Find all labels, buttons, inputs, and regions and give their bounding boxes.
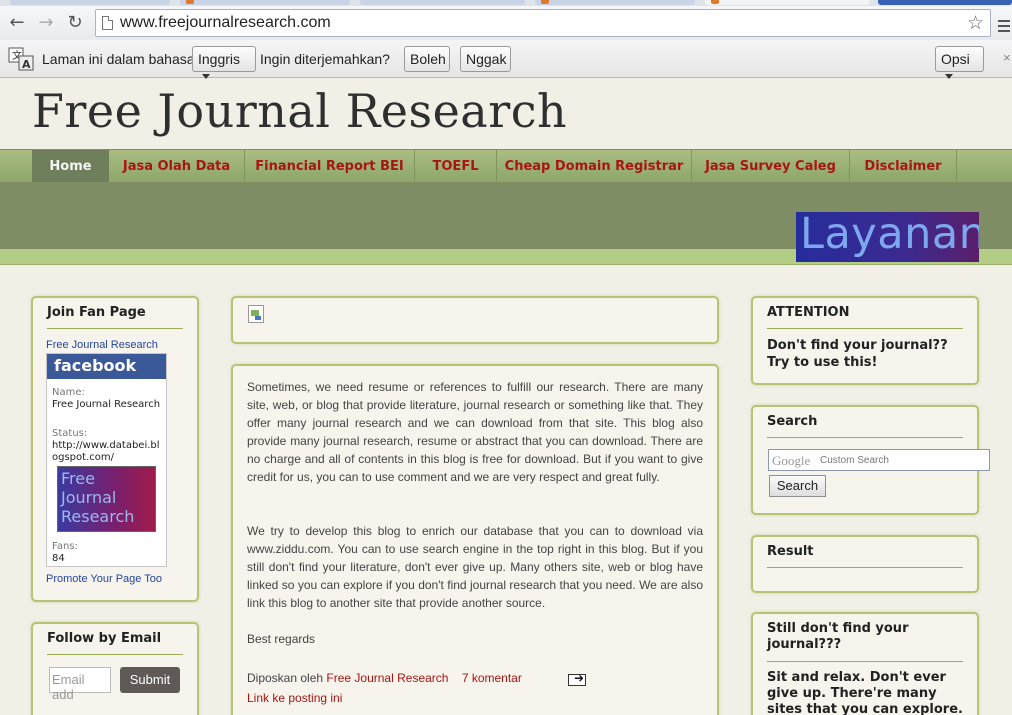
- page-icon: [102, 16, 113, 30]
- fb-fans-count: 84: [52, 553, 65, 564]
- translate-question: Ingin diterjemahkan?: [260, 51, 390, 67]
- nav-item-jasa-survey[interactable]: Jasa Survey Caleg: [692, 150, 850, 183]
- nav-menu: Home Jasa Olah Data Financial Report BEI…: [0, 149, 1012, 183]
- translate-yes-button[interactable]: Boleh: [404, 46, 450, 72]
- avatar[interactable]: Free Journal Research: [57, 466, 156, 532]
- post-meta: Diposkan oleh Free Journal Research 7 ko…: [247, 671, 522, 685]
- posted-by-label: Diposkan oleh: [247, 671, 324, 685]
- translate-icon: 文 A: [8, 47, 34, 71]
- svg-text:A: A: [22, 58, 31, 71]
- favicon-icon: [541, 0, 549, 4]
- fb-status: http://www.databei.blogspot.com/: [52, 440, 160, 463]
- translate-prefix: Laman ini dalam bahasa: [42, 51, 195, 67]
- post-paragraph: Sometimes, we need resume or references …: [247, 380, 703, 484]
- widget-title: Result: [767, 544, 814, 559]
- banner-text: Layanan: [800, 212, 979, 259]
- search-input[interactable]: Google Custom Search: [768, 449, 990, 471]
- widget-title: Join Fan Page: [47, 305, 146, 320]
- browser-tab[interactable]: [180, 0, 350, 5]
- blog-title[interactable]: Free Journal Research: [32, 84, 567, 138]
- banner-image[interactable]: Layanan: [796, 212, 979, 262]
- fb-name: Free Journal Research: [52, 399, 161, 410]
- browser-tab[interactable]: [535, 0, 695, 5]
- divider: [767, 437, 963, 438]
- email-field[interactable]: Email add: [49, 667, 111, 702]
- divider: [767, 661, 963, 662]
- translate-options-select[interactable]: Opsi: [935, 46, 984, 79]
- nav-item-financial-report[interactable]: Financial Report BEI: [245, 150, 415, 183]
- translate-no-button[interactable]: Nggak: [460, 46, 511, 72]
- submit-button[interactable]: Submit: [120, 667, 180, 693]
- search-placeholder: Custom Search: [820, 455, 889, 466]
- widget-title: Search: [767, 414, 818, 429]
- still-text: Sit and relax. Don't ever give up. There…: [767, 670, 963, 715]
- language-select-label: Inggris: [198, 51, 241, 67]
- widget-title: Still don't find your journal???: [767, 621, 909, 652]
- divider: [47, 654, 183, 655]
- favicon-icon: [711, 0, 719, 4]
- email-post-icon[interactable]: [568, 671, 586, 686]
- attention-text: Don't find your journal?? Try to use thi…: [767, 338, 948, 370]
- post-paragraph: We try to develop this blog to enrich ou…: [247, 524, 703, 610]
- fan-page-link[interactable]: Free Journal Research: [46, 339, 158, 351]
- new-tab-button[interactable]: [878, 0, 1012, 5]
- nav-item-cheap-domain[interactable]: Cheap Domain Registrar: [497, 150, 692, 183]
- google-logo: Google: [772, 453, 811, 468]
- chevron-down-icon: [945, 73, 953, 79]
- facebook-card[interactable]: facebook Name: Free Journal Research Sta…: [46, 353, 167, 567]
- divider: [47, 328, 183, 329]
- widget-title: ATTENTION: [767, 305, 850, 320]
- author-link[interactable]: Free Journal Research: [326, 671, 448, 685]
- nav-item-home[interactable]: Home: [32, 150, 109, 183]
- chevron-down-icon: [202, 73, 210, 79]
- bookmark-star-icon[interactable]: ☆: [967, 12, 984, 34]
- options-label: Opsi: [941, 51, 970, 67]
- divider: [767, 567, 963, 568]
- menu-icon[interactable]: [998, 20, 1010, 35]
- comments-link[interactable]: 7 komentar: [462, 671, 522, 685]
- forward-arrow-icon[interactable]: →: [35, 12, 57, 34]
- search-button[interactable]: Search: [769, 475, 826, 497]
- divider: [767, 328, 963, 329]
- post-regards: Best regards: [247, 632, 316, 646]
- browser-tab-active[interactable]: [705, 0, 870, 5]
- url-text[interactable]: www.freejournalresearch.com: [120, 14, 331, 32]
- translate-bar: 文 A Laman ini dalam bahasa Inggris Ingin…: [0, 40, 1012, 79]
- permalink[interactable]: Link ke posting ini: [247, 691, 342, 705]
- fb-status-label: Status:: [52, 428, 88, 439]
- avatar-text: Free Journal Research: [61, 469, 135, 526]
- image-box: [231, 296, 719, 344]
- fb-fans-label: Fans:: [52, 541, 78, 552]
- favicon-icon: [186, 0, 194, 4]
- widget-title: Follow by Email: [47, 631, 162, 646]
- back-arrow-icon[interactable]: ←: [6, 12, 28, 34]
- language-select[interactable]: Inggris: [192, 46, 256, 79]
- reload-icon[interactable]: ↻: [64, 12, 86, 34]
- address-bar[interactable]: www.freejournalresearch.com ☆: [95, 9, 991, 37]
- broken-image-icon: [248, 305, 264, 323]
- promote-link[interactable]: Promote Your Page Too: [46, 573, 162, 585]
- nav-item-disclaimer[interactable]: Disclaimer: [850, 150, 957, 183]
- fb-name-label: Name:: [52, 387, 85, 398]
- nav-item-toefl[interactable]: TOEFL: [415, 150, 497, 183]
- facebook-logo: facebook: [47, 354, 166, 379]
- close-icon[interactable]: ×: [1003, 50, 1011, 65]
- browser-tab[interactable]: [360, 0, 525, 5]
- browser-toolbar: ← → ↻ www.freejournalresearch.com ☆: [0, 6, 1012, 40]
- browser-tab[interactable]: [10, 0, 170, 5]
- nav-item-jasa-olah-data[interactable]: Jasa Olah Data: [109, 150, 245, 183]
